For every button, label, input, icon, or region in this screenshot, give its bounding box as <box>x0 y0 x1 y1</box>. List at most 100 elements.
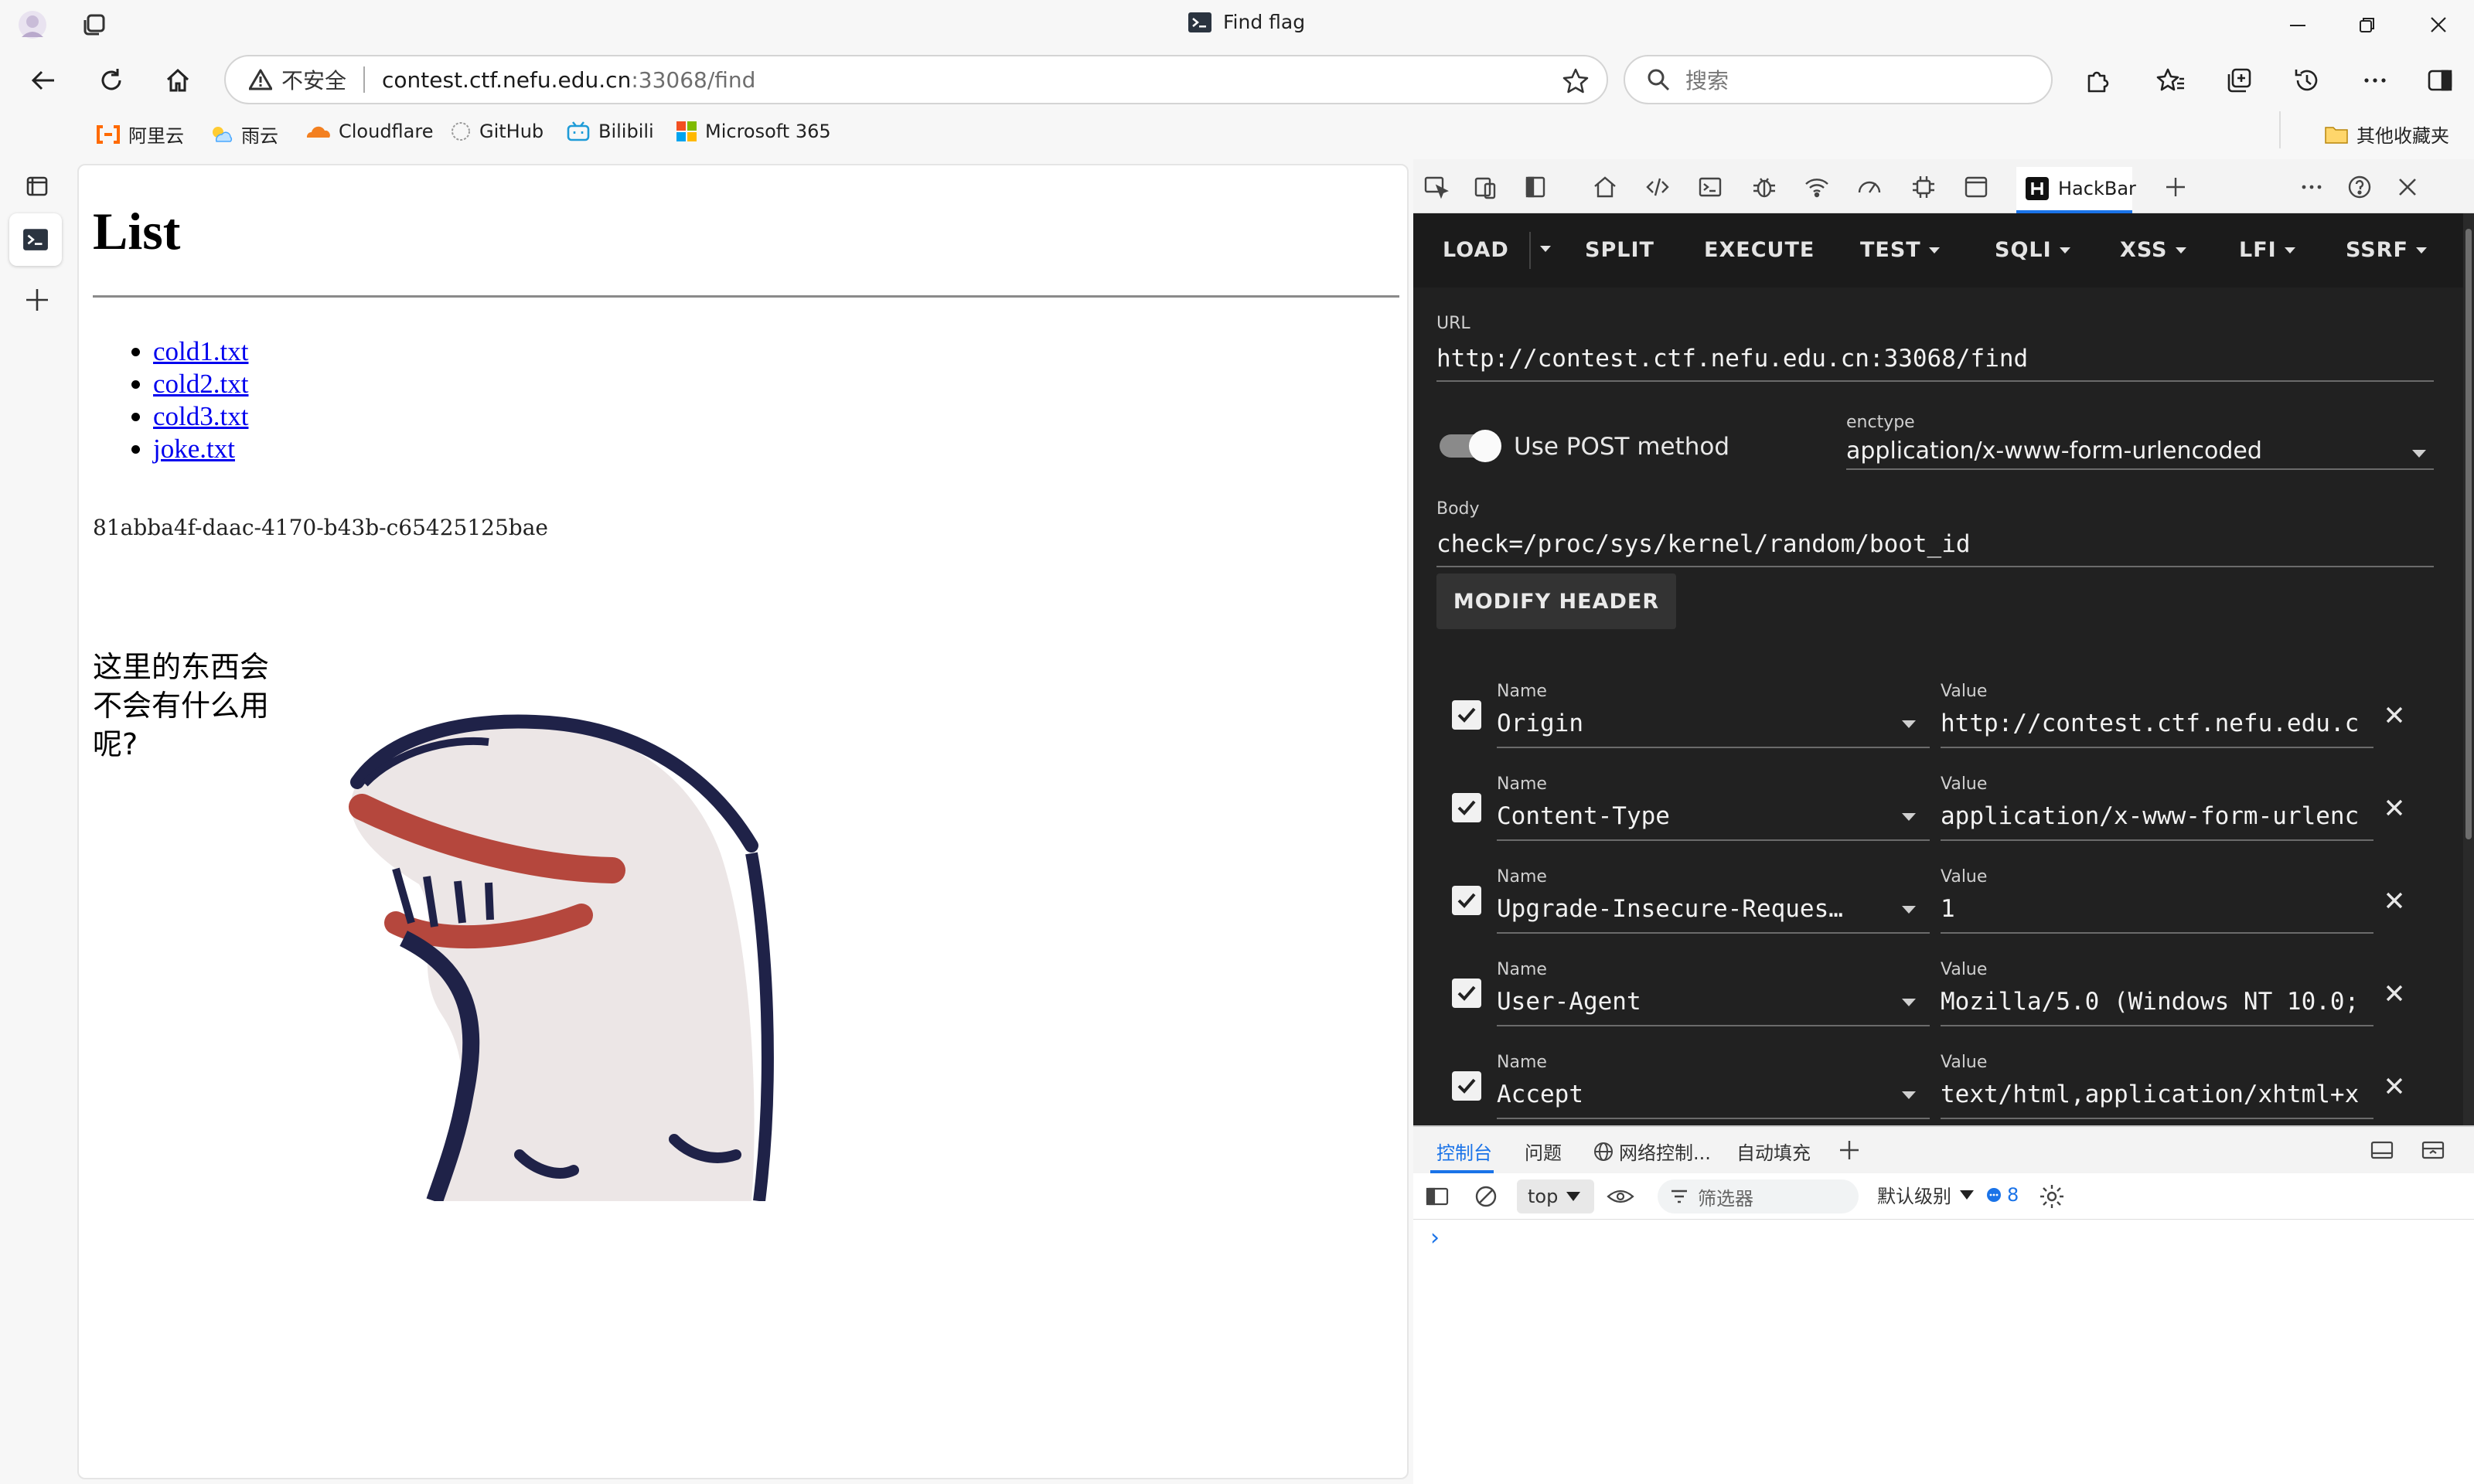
history-icon[interactable] <box>2282 56 2332 105</box>
security-indicator[interactable]: 不安全 <box>249 64 346 95</box>
back-button[interactable] <box>19 56 68 105</box>
load-button[interactable]: LOAD <box>1443 238 1509 262</box>
minimize-button[interactable] <box>2262 0 2333 49</box>
log-level-dropdown[interactable]: 默认级别 <box>1877 1181 1975 1208</box>
header-name-input[interactable]: User-Agent <box>1497 988 1860 1016</box>
lfi-menu[interactable]: LFI <box>2239 238 2295 262</box>
console-filter-input[interactable]: 筛选器 <box>1658 1179 1859 1213</box>
collections-icon[interactable] <box>2214 56 2264 105</box>
console-tab-icon[interactable] <box>1695 172 1726 203</box>
header-value-input[interactable]: text/html,application/xhtml+x <box>1941 1081 2373 1108</box>
context-selector[interactable]: top <box>1517 1179 1594 1213</box>
help-icon[interactable] <box>2344 172 2375 203</box>
remove-header-close-icon[interactable] <box>2383 1074 2406 1098</box>
header-enabled-checkbox[interactable] <box>1452 700 1481 730</box>
welcome-home-icon[interactable] <box>1590 172 1620 203</box>
header-value-input[interactable]: application/x-www-form-urlenc <box>1941 802 2373 830</box>
bookmark-github[interactable]: GitHub <box>450 121 544 142</box>
header-name-input[interactable]: Origin <box>1497 710 1860 737</box>
bookmark-aliyun[interactable]: 阿里云 <box>96 121 184 148</box>
inspect-element-icon[interactable] <box>1421 172 1452 203</box>
file-link-cold3[interactable]: cold3.txt <box>153 401 248 431</box>
undock-drawer-icon[interactable] <box>2369 1138 2395 1162</box>
extensions-icon[interactable] <box>2072 56 2121 105</box>
test-menu[interactable]: TEST <box>1860 238 1940 262</box>
other-bookmarks-folder[interactable]: 其他收藏夹 <box>2324 121 2449 148</box>
add-tab-icon[interactable] <box>2160 172 2191 203</box>
issues-counter[interactable]: 8 <box>1985 1184 2019 1206</box>
restore-button[interactable] <box>2332 0 2403 49</box>
file-link-joke[interactable]: joke.txt <box>153 434 235 464</box>
tab-hackbar[interactable]: HackBar <box>2016 167 2136 213</box>
refresh-button[interactable] <box>87 56 136 105</box>
sources-debug-icon[interactable] <box>1749 172 1780 203</box>
header-value-input[interactable]: 1 <box>1941 895 2373 923</box>
remove-header-close-icon[interactable] <box>2383 982 2406 1005</box>
live-expression-eye-icon[interactable] <box>1607 1186 1634 1207</box>
close-drawer-icon[interactable] <box>2420 1138 2446 1162</box>
header-name-input[interactable]: Accept <box>1497 1081 1860 1108</box>
active-tab-find-flag[interactable] <box>9 213 62 266</box>
network-tab-icon[interactable] <box>1801 172 1832 203</box>
modify-header-button[interactable]: MODIFY HEADER <box>1436 574 1676 629</box>
bookmark-bilibili[interactable]: Bilibili <box>566 121 654 142</box>
console-settings-gear-icon[interactable] <box>2038 1183 2066 1210</box>
clear-console-icon[interactable] <box>1474 1184 1498 1209</box>
load-dropdown-button[interactable] <box>1540 246 1551 252</box>
console-prompt[interactable]: › <box>1430 1224 1440 1251</box>
performance-tab-icon[interactable] <box>1854 172 1885 203</box>
header-enabled-checkbox[interactable] <box>1452 886 1481 915</box>
favorites-icon[interactable] <box>2146 56 2196 105</box>
header-enabled-checkbox[interactable] <box>1452 793 1481 822</box>
close-devtools-icon[interactable] <box>2392 172 2423 203</box>
url-input[interactable]: http://contest.ctf.nefu.edu.cn:33068/fin… <box>1436 345 2434 373</box>
hackbar-scrollbar[interactable] <box>2463 213 2474 1125</box>
bookmark-rainyun[interactable]: 雨云 <box>210 121 278 148</box>
tab-issues[interactable]: 问题 <box>1525 1138 1562 1165</box>
sqli-menu[interactable]: SQLI <box>1995 238 2070 262</box>
new-tab-icon[interactable] <box>22 284 53 315</box>
workspaces-icon[interactable] <box>80 11 108 39</box>
header-enabled-checkbox[interactable] <box>1452 1071 1481 1101</box>
remove-header-close-icon[interactable] <box>2383 703 2406 727</box>
header-name-input[interactable]: Upgrade-Insecure-Reques… <box>1497 895 1860 923</box>
tab-autofill[interactable]: 自动填充 <box>1736 1138 1811 1165</box>
console-sidebar-icon[interactable] <box>1424 1184 1450 1209</box>
search-box[interactable]: 搜索 <box>1624 55 2053 104</box>
header-value-input[interactable]: Mozilla/5.0 (Windows NT 10.0; <box>1941 988 2373 1016</box>
file-link-cold1[interactable]: cold1.txt <box>153 336 248 366</box>
tab-actions-icon[interactable] <box>22 170 53 201</box>
close-window-button[interactable] <box>2403 0 2474 49</box>
file-link-cold2[interactable]: cold2.txt <box>153 369 248 399</box>
memory-tab-icon[interactable] <box>1908 172 1939 203</box>
address-bar[interactable]: 不安全 contest.ctf.nefu.edu.cn:33068/find <box>224 55 1608 104</box>
bookmark-cloudflare[interactable]: Cloudflare <box>305 121 433 142</box>
xss-menu[interactable]: XSS <box>2120 238 2186 262</box>
profile-avatar-icon[interactable] <box>17 9 48 40</box>
ssrf-menu[interactable]: SSRF <box>2346 238 2427 262</box>
enctype-select[interactable]: application/x-www-form-urlencoded <box>1846 437 2262 465</box>
devtools-more-icon[interactable] <box>2296 172 2327 203</box>
execute-button[interactable]: EXECUTE <box>1704 238 1815 262</box>
add-drawer-tab-icon[interactable] <box>1837 1138 1862 1162</box>
remove-header-close-icon[interactable] <box>2383 796 2406 819</box>
scrollbar-thumb[interactable] <box>2465 229 2472 839</box>
elements-tab-icon[interactable] <box>1642 172 1673 203</box>
tab-network-conditions[interactable]: 网络控制... <box>1593 1138 1711 1165</box>
body-input[interactable]: check=/proc/sys/kernel/random/boot_id <box>1436 530 2434 558</box>
application-tab-icon[interactable] <box>1961 172 1992 203</box>
header-name-input[interactable]: Content-Type <box>1497 802 1860 830</box>
bookmark-microsoft-365[interactable]: Microsoft 365 <box>676 121 831 142</box>
sidebar-toggle-icon[interactable] <box>2415 56 2465 105</box>
split-button[interactable]: SPLIT <box>1585 238 1654 262</box>
remove-header-close-icon[interactable] <box>2383 889 2406 912</box>
header-value-input[interactable]: http://contest.ctf.nefu.edu.c <box>1941 710 2373 737</box>
tab-console[interactable]: 控制台 <box>1436 1138 1492 1165</box>
dock-side-icon[interactable] <box>1520 172 1551 203</box>
post-method-toggle[interactable] <box>1440 430 1501 462</box>
favorite-star-icon[interactable] <box>1562 67 1590 95</box>
more-menu-icon[interactable] <box>2350 56 2400 105</box>
device-emulation-icon[interactable] <box>1470 172 1501 203</box>
home-button[interactable] <box>153 56 203 105</box>
header-enabled-checkbox[interactable] <box>1452 979 1481 1008</box>
